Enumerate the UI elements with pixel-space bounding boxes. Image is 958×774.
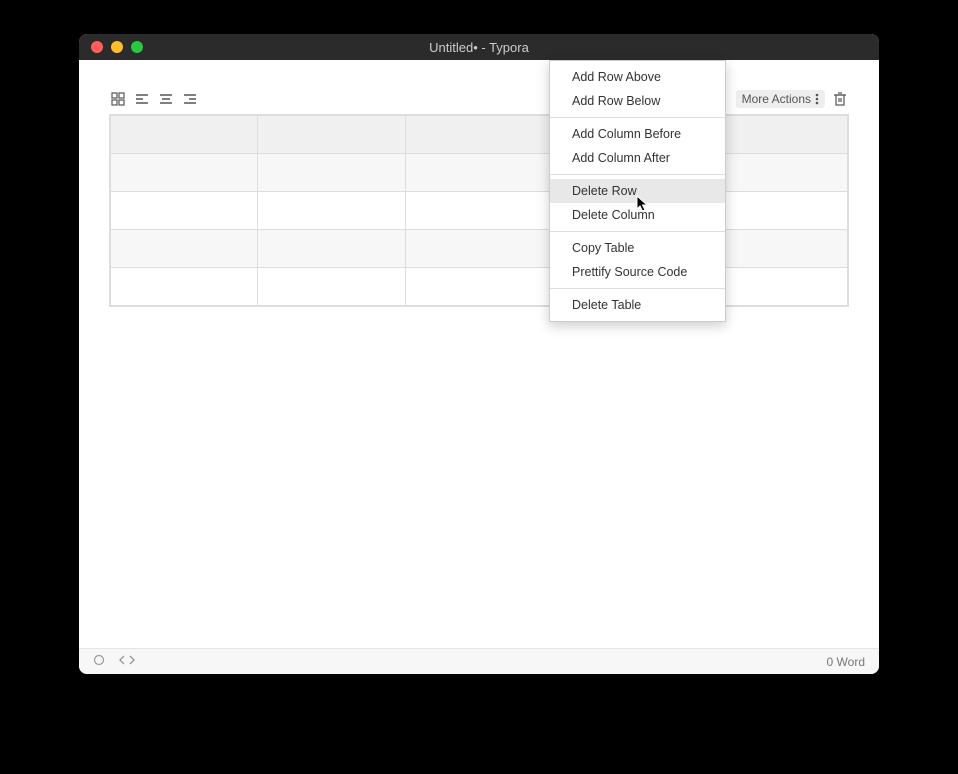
table-context-menu: Add Row Above Add Row Below Add Column B… (549, 60, 726, 322)
resize-table-icon[interactable] (109, 90, 127, 108)
table-row[interactable] (111, 192, 848, 230)
window-controls (91, 41, 143, 53)
toolbar-right: More Actions (736, 90, 849, 108)
more-actions-label: More Actions (742, 92, 811, 106)
table-row[interactable] (111, 230, 848, 268)
menu-separator (550, 231, 725, 232)
menu-delete-column[interactable]: Delete Column (550, 203, 725, 227)
minimize-window-button[interactable] (111, 41, 123, 53)
menu-add-column-after[interactable]: Add Column After (550, 146, 725, 170)
more-actions-button[interactable]: More Actions (736, 90, 825, 108)
table-row[interactable] (111, 116, 848, 154)
statusbar: 0 Word (79, 648, 879, 674)
maximize-window-button[interactable] (131, 41, 143, 53)
menu-add-row-above[interactable]: Add Row Above (550, 65, 725, 89)
delete-table-icon[interactable] (831, 90, 849, 108)
align-left-icon[interactable] (133, 90, 151, 108)
table-row[interactable] (111, 154, 848, 192)
align-center-icon[interactable] (157, 90, 175, 108)
menu-copy-table[interactable]: Copy Table (550, 236, 725, 260)
toolbar-left (109, 90, 199, 108)
menu-separator (550, 117, 725, 118)
more-vertical-icon (815, 93, 819, 105)
outline-toggle-icon[interactable] (93, 654, 105, 669)
menu-separator (550, 174, 725, 175)
source-mode-toggle-icon[interactable] (119, 654, 135, 669)
menu-add-row-below[interactable]: Add Row Below (550, 89, 725, 113)
window-title: Untitled• - Typora (79, 40, 879, 55)
markdown-table[interactable] (109, 114, 849, 307)
app-window: Untitled• - Typora (79, 34, 879, 674)
close-window-button[interactable] (91, 41, 103, 53)
menu-separator (550, 288, 725, 289)
table-toolbar: More Actions (109, 90, 849, 108)
align-right-icon[interactable] (181, 90, 199, 108)
word-count[interactable]: 0 Word (827, 655, 865, 669)
menu-delete-row[interactable]: Delete Row (550, 179, 725, 203)
menu-prettify-source[interactable]: Prettify Source Code (550, 260, 725, 284)
table-row[interactable] (111, 268, 848, 306)
menu-add-column-before[interactable]: Add Column Before (550, 122, 725, 146)
titlebar: Untitled• - Typora (79, 34, 879, 60)
status-left (93, 654, 135, 669)
menu-delete-table[interactable]: Delete Table (550, 293, 725, 317)
editor-content[interactable]: More Actions (79, 60, 879, 648)
